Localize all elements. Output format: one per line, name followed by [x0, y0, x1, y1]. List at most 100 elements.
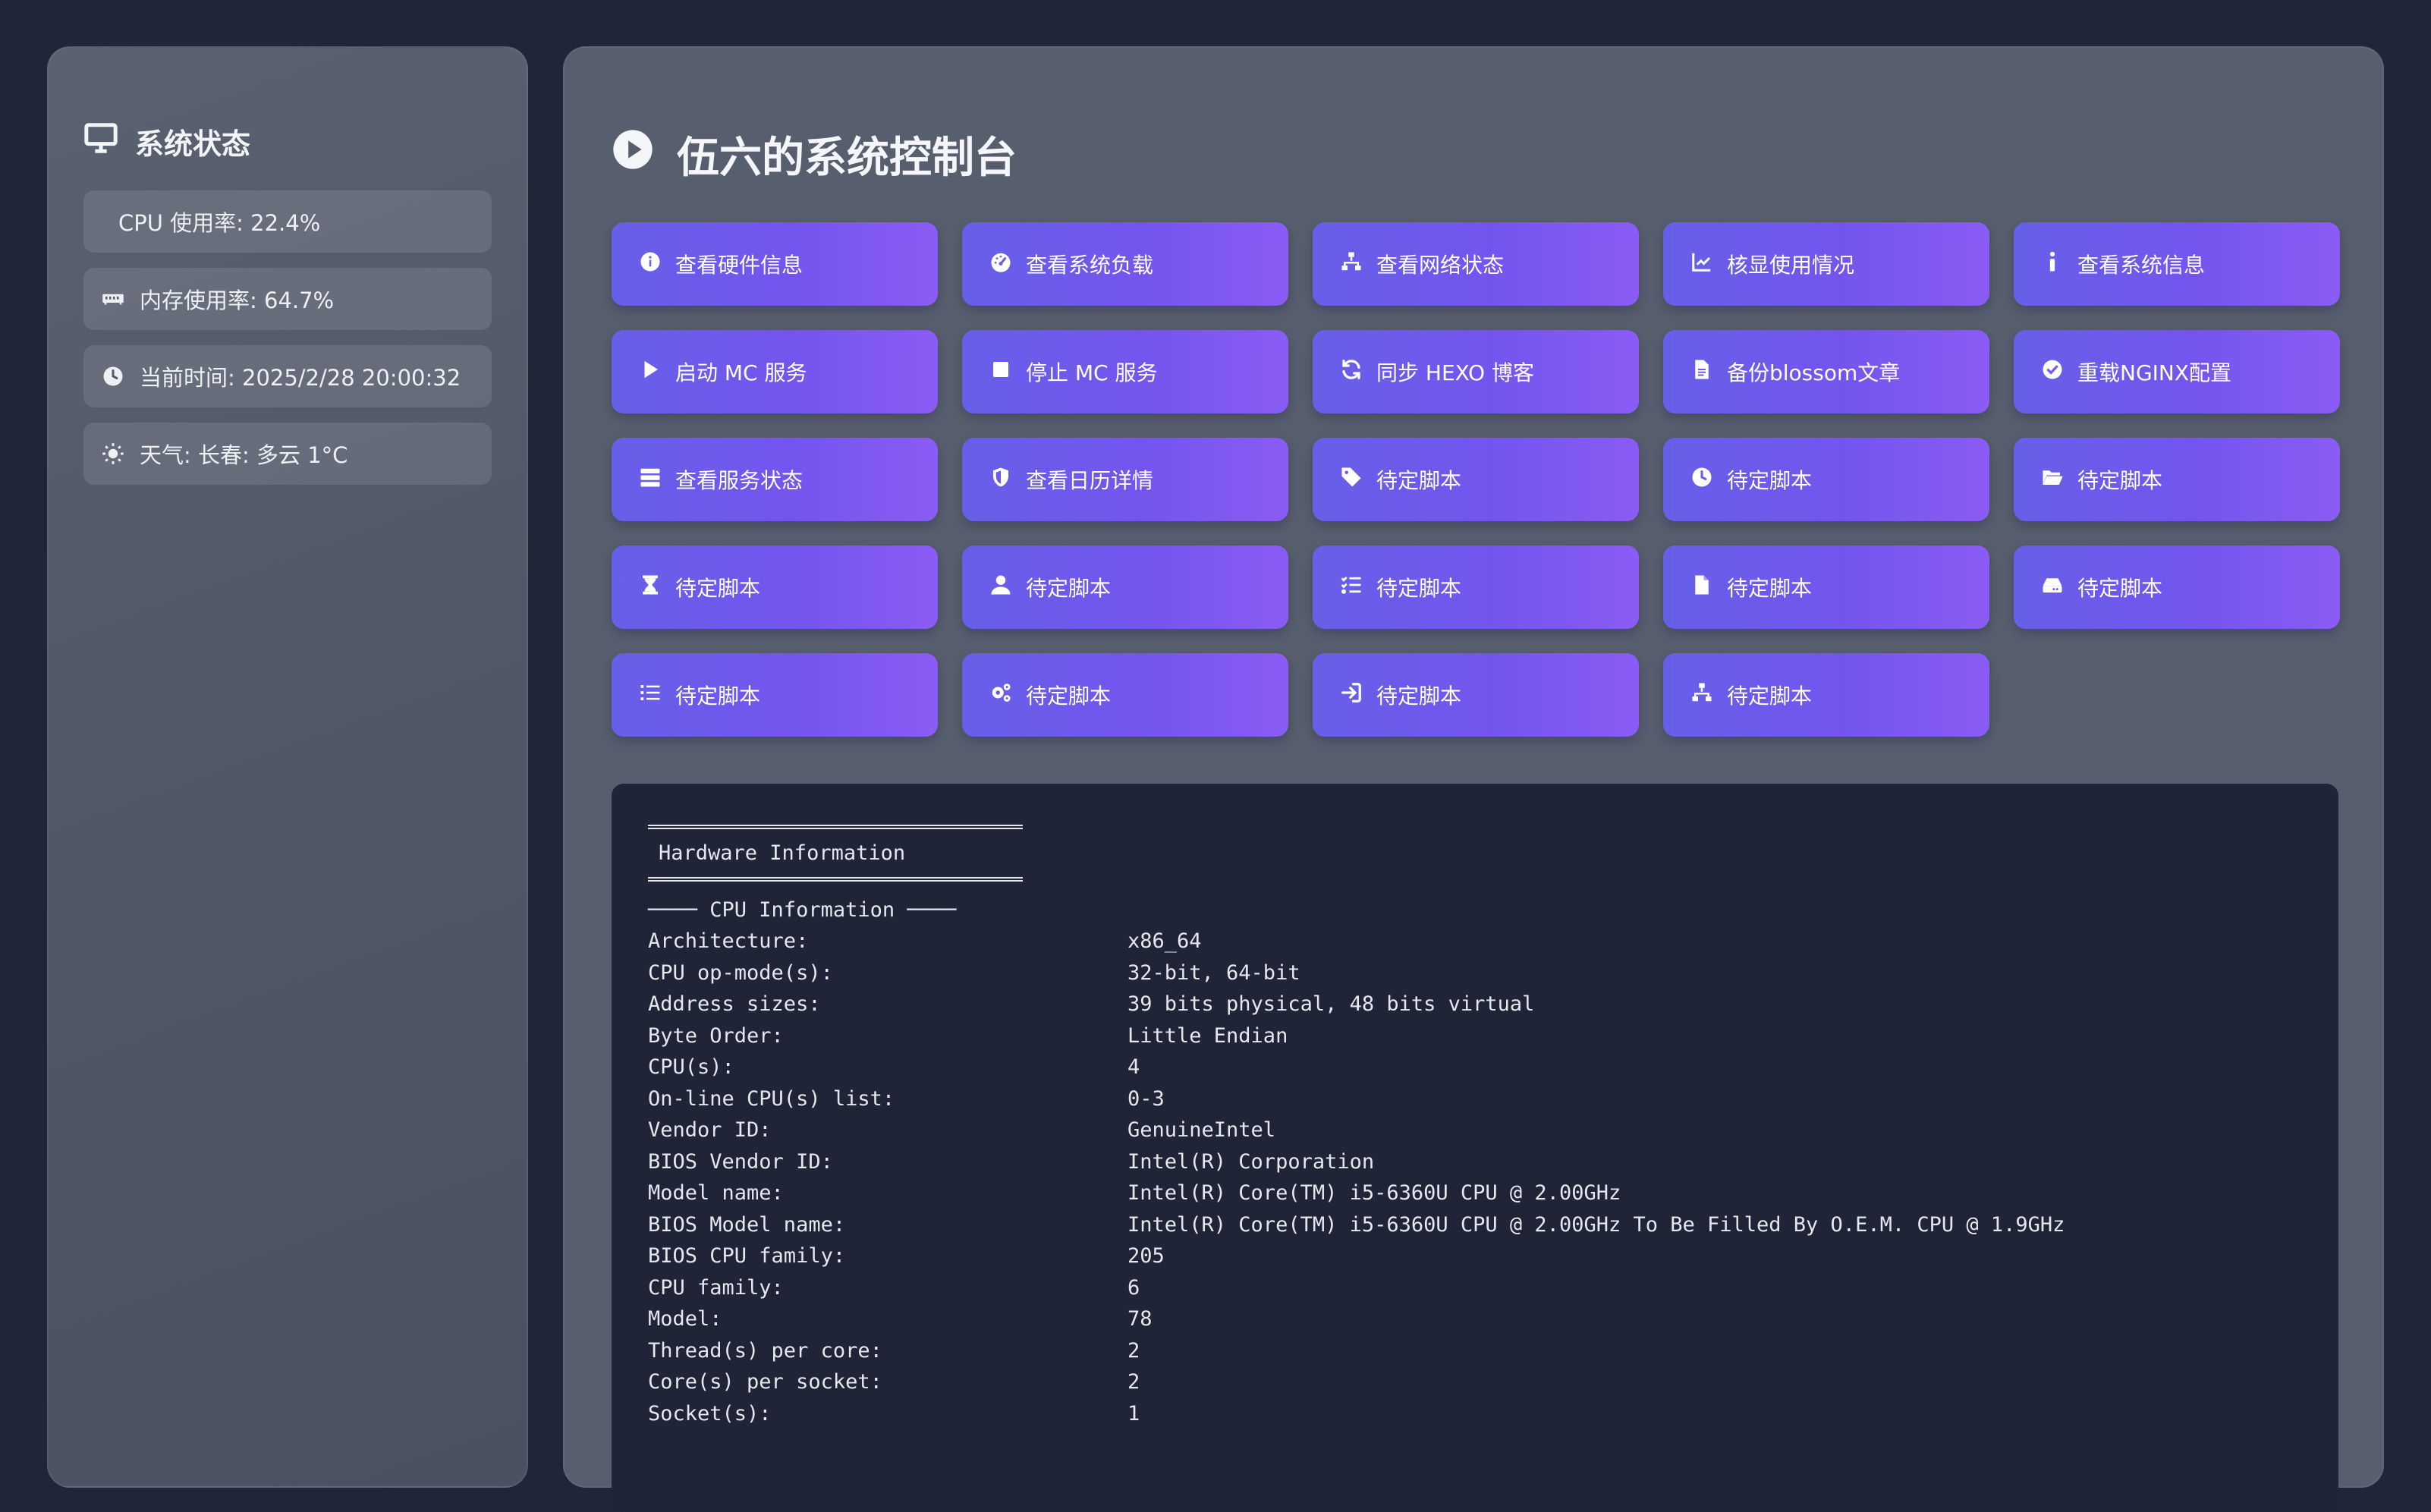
info-key: Model name: [648, 1181, 784, 1206]
cpu-usage-text: CPU 使用率: 22.4% [118, 210, 321, 236]
info-value: Intel(R) Core(TM) i5-6360U CPU @ 2.00GHz… [1127, 1212, 2065, 1237]
stop-mc-service-button[interactable]: 停止 MC 服务 [962, 330, 1288, 413]
info-key: Vendor ID: [648, 1118, 772, 1143]
memory-icon [102, 288, 124, 310]
info-row: Address sizes: 39 bits physical, 48 bits … [648, 989, 2302, 1020]
igpu-usage-button[interactable]: 核显使用情况 [1663, 222, 1989, 306]
info-rows: Architecture: x86_64 CPU op-mode(s): 32-bit… [648, 926, 2302, 1429]
info-row: Model name: Intel(R) Core(TM) i5-6360U CP… [648, 1177, 2302, 1209]
view-calendar-details-button[interactable]: 查看日历详情 [962, 438, 1288, 521]
button-label: 查看系统信息 [2077, 253, 2206, 278]
start-mc-service-button[interactable]: 启动 MC 服务 [612, 330, 938, 413]
info-key: Socket(s): [648, 1401, 772, 1426]
info-row: On-line CPU(s) list: 0-3 [648, 1083, 2302, 1115]
sun-icon [102, 442, 124, 465]
view-system-load-button[interactable]: 查看系统负载 [962, 222, 1288, 306]
monitor-icon [83, 121, 118, 162]
info-icon [2041, 250, 2064, 278]
pending-script-button[interactable]: 待定脚本 [2014, 438, 2340, 521]
info-row: Thread(s) per core: 2 [648, 1335, 2302, 1367]
info-row: CPU family: 6 [648, 1272, 2302, 1304]
info-key: CPU(s): [648, 1055, 734, 1080]
button-label: 待定脚本 [675, 576, 761, 601]
view-hardware-info-button[interactable]: 查看硬件信息 [612, 222, 938, 306]
button-label: 同步 HEXO 博客 [1376, 360, 1534, 385]
sync-hexo-blog-button[interactable]: 同步 HEXO 博客 [1313, 330, 1639, 413]
button-label: 待定脚本 [1376, 576, 1462, 601]
info-row: Architecture: x86_64 [648, 926, 2302, 957]
server-icon [639, 466, 662, 494]
output-terminal: Hardware Information ──── CPU Informatio… [612, 784, 2338, 1512]
info-key: BIOS Vendor ID: [648, 1149, 833, 1174]
memory-usage-text: 内存使用率: 64.7% [140, 288, 335, 313]
divider [648, 877, 1023, 882]
pending-script-button[interactable]: 待定脚本 [612, 545, 938, 629]
list-icon [639, 681, 662, 709]
pending-script-button[interactable]: 待定脚本 [1663, 545, 1989, 629]
info-value: 4 [1127, 1055, 1140, 1080]
view-network-status-button[interactable]: 查看网络状态 [1313, 222, 1639, 306]
pending-script-button[interactable]: 待定脚本 [962, 545, 1288, 629]
cogs-icon [989, 681, 1012, 709]
button-label: 查看日历详情 [1026, 468, 1154, 493]
page-title: 伍六的系统控制台 [612, 124, 1017, 185]
info-value: x86_64 [1127, 929, 1202, 954]
button-label: 核显使用情况 [1727, 253, 1855, 278]
clock-icon [102, 365, 124, 388]
file-icon [1690, 574, 1713, 602]
button-label: 待定脚本 [1376, 468, 1462, 493]
info-row: Vendor ID: GenuineIntel [648, 1114, 2302, 1146]
info-row: CPU op-mode(s): 32-bit, 64-bit [648, 957, 2302, 989]
network-icon [1690, 681, 1713, 709]
info-row: BIOS Vendor ID: Intel(R) Corporation [648, 1146, 2302, 1178]
current-time-text: 当前时间: 2025/2/28 20:00:32 [140, 365, 461, 391]
backup-blossom-button[interactable]: 备份blossom文章 [1663, 330, 1989, 413]
info-key: CPU family: [648, 1275, 784, 1300]
pending-script-button[interactable]: 待定脚本 [1313, 545, 1639, 629]
button-label: 启动 MC 服务 [675, 360, 807, 385]
info-row: Byte Order: Little Endian [648, 1020, 2302, 1052]
list-check-icon [1340, 574, 1363, 602]
folder-open-icon [2041, 466, 2064, 494]
button-label: 待定脚本 [1727, 684, 1813, 709]
pending-script-button[interactable]: 待定脚本 [1663, 438, 1989, 521]
memory-usage-stat: 内存使用率: 64.7% [83, 268, 492, 330]
info-value: 6 [1127, 1275, 1140, 1300]
info-value: 32-bit, 64-bit [1127, 960, 1300, 985]
info-key: On-line CPU(s) list: [648, 1086, 895, 1111]
chart-line-icon [1690, 250, 1713, 278]
sign-in-icon [1340, 681, 1363, 709]
pending-script-button[interactable]: 待定脚本 [1313, 438, 1639, 521]
info-key: BIOS Model name: [648, 1212, 846, 1237]
pending-script-button[interactable]: 待定脚本 [1313, 653, 1639, 737]
pending-script-button[interactable]: 待定脚本 [2014, 545, 2340, 629]
view-service-status-button[interactable]: 查看服务状态 [612, 438, 938, 521]
view-system-info-button[interactable]: 查看系统信息 [2014, 222, 2340, 306]
pending-script-button[interactable]: 待定脚本 [1663, 653, 1989, 737]
info-value: Intel(R) Corporation [1127, 1149, 1375, 1174]
hourglass-icon [639, 574, 662, 602]
info-row: Core(s) per socket: 2 [648, 1366, 2302, 1398]
gauge-icon [989, 250, 1012, 278]
current-time-stat: 当前时间: 2025/2/28 20:00:32 [83, 345, 492, 407]
info-value: 2 [1127, 1370, 1140, 1394]
weather-text: 天气: 长春: 多云 1°C [140, 442, 348, 468]
button-label: 停止 MC 服务 [1026, 360, 1158, 385]
info-key: CPU op-mode(s): [648, 960, 833, 985]
shield-icon [989, 466, 1012, 494]
info-row: BIOS CPU family: 205 [648, 1240, 2302, 1272]
sidebar-title: 系统状态 [83, 107, 492, 175]
button-label: 待定脚本 [1727, 468, 1813, 493]
reload-nginx-button[interactable]: 重载NGINX配置 [2014, 330, 2340, 413]
info-value: GenuineIntel [1127, 1118, 1276, 1143]
button-label: 待定脚本 [1376, 684, 1462, 709]
info-key: Core(s) per socket: [648, 1370, 882, 1394]
clock-icon [1690, 466, 1713, 494]
file-icon [1690, 358, 1713, 386]
pending-script-button[interactable]: 待定脚本 [612, 653, 938, 737]
button-label: 查看网络状态 [1376, 253, 1505, 278]
system-status-panel: 系统状态 CPU 使用率: 22.4% 内存使用率: 64.7% 当前时间: 2… [47, 46, 528, 1488]
action-button-grid: 查看硬件信息 查看系统负载 查看网络状态 核显使用情况 查看系统信息 启动 MC… [612, 222, 2340, 737]
info-value: Intel(R) Core(TM) i5-6360U CPU @ 2.00GHz [1127, 1181, 1621, 1206]
pending-script-button[interactable]: 待定脚本 [962, 653, 1288, 737]
